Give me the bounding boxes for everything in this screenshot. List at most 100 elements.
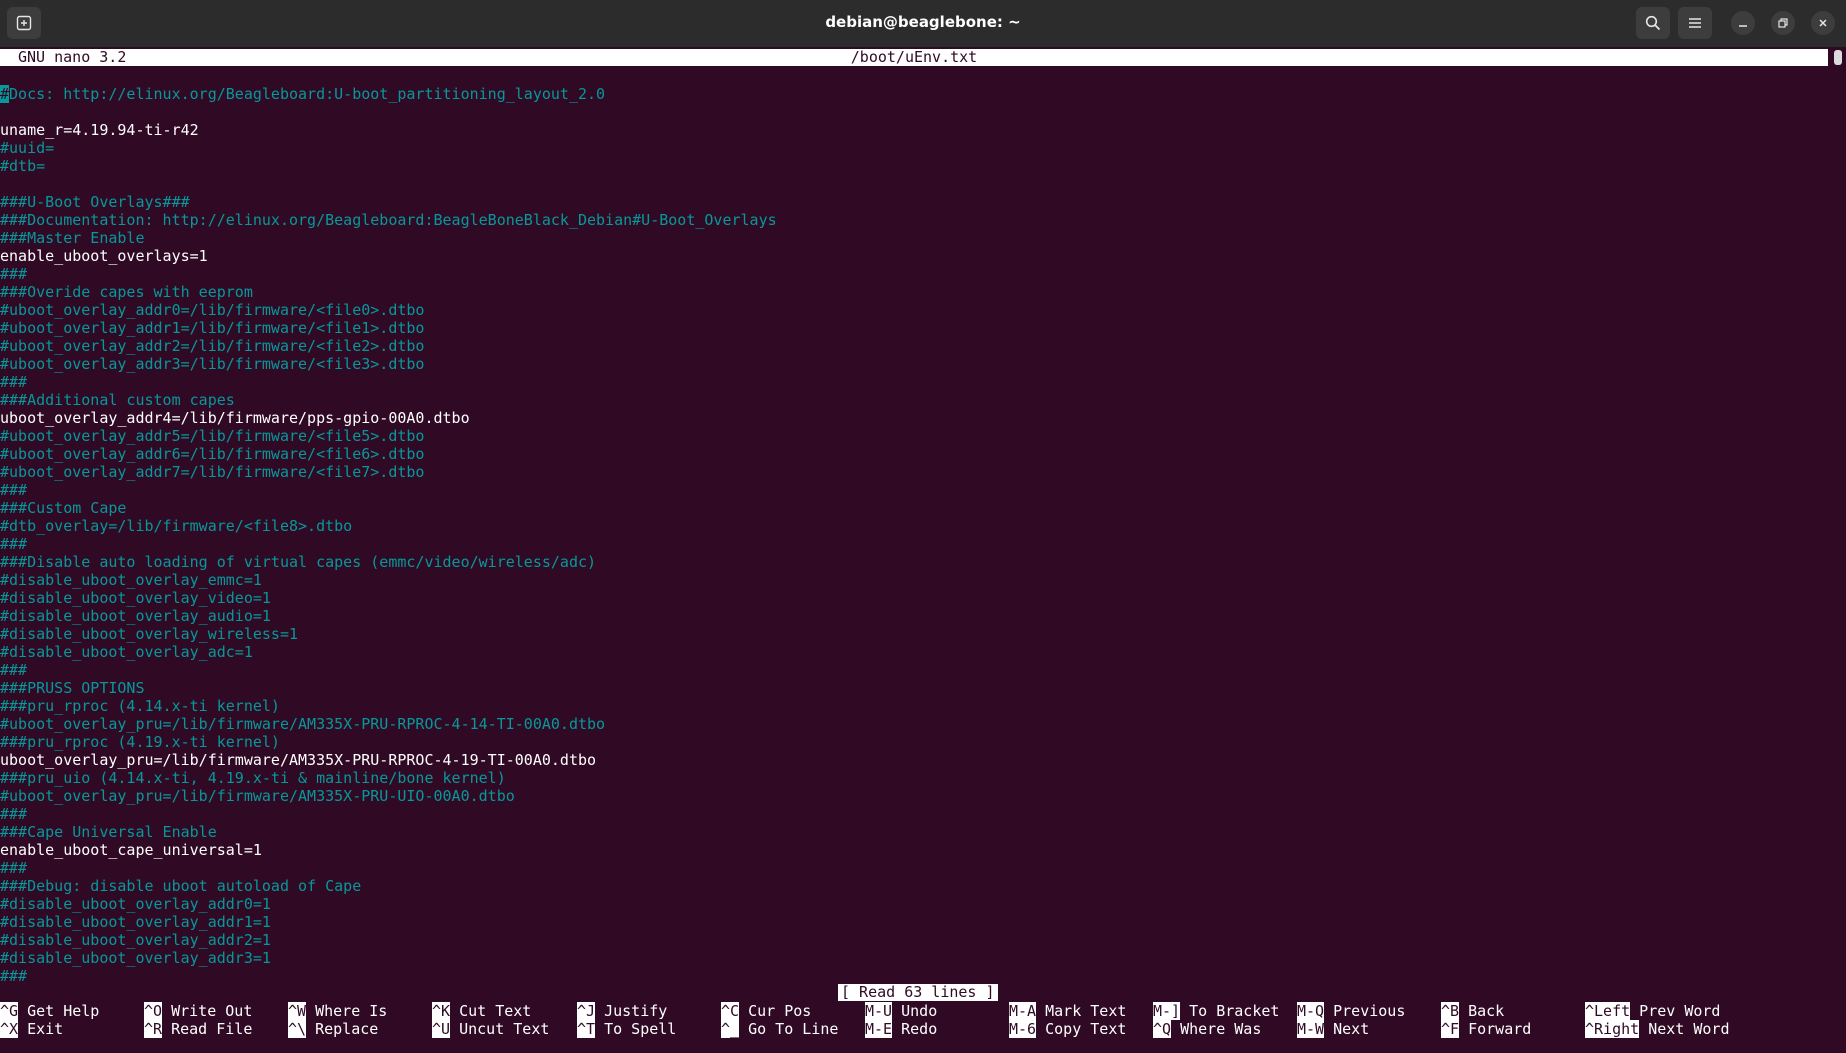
shortcut-label: Where Was [1171, 1020, 1262, 1038]
shortcut-label: Mark Text [1036, 1002, 1127, 1020]
window-titlebar: debian@beaglebone: ~ [0, 0, 1846, 47]
shortcut-item[interactable]: M-A Mark Text [1009, 1002, 1126, 1020]
shortcut-item[interactable]: ^O Write Out [144, 1002, 252, 1020]
editor-line: ### [0, 967, 28, 985]
shortcut-item[interactable]: ^_ Go To Line [721, 1020, 838, 1038]
shortcut-label: Copy Text [1036, 1020, 1127, 1038]
nano-filename: /boot/uEnv.txt [850, 48, 978, 66]
editor-line: ###Additional custom capes [0, 391, 235, 409]
editor-line: ###PRUSS OPTIONS [0, 679, 145, 697]
shortcut-item[interactable]: M-U Undo [865, 1002, 937, 1020]
shortcut-key: ^F [1441, 1020, 1460, 1038]
close-icon [1819, 19, 1827, 27]
editor-line: ###U-Boot Overlays### [0, 193, 190, 211]
search-icon [1645, 15, 1661, 31]
editor-line: #uboot_overlay_addr5=/lib/firmware/<file… [0, 427, 425, 445]
editor-line: ###Master Enable [0, 229, 145, 247]
shortcut-item[interactable]: M-6 Copy Text [1009, 1020, 1126, 1038]
editor-line: ### [0, 265, 28, 283]
editor-line: enable_uboot_cape_universal=1 [0, 841, 262, 859]
shortcut-item[interactable]: ^B Back [1441, 1002, 1504, 1020]
editor-line: #disable_uboot_overlay_adc=1 [0, 643, 253, 661]
editor-line: #disable_uboot_overlay_wireless=1 [0, 625, 299, 643]
shortcut-item[interactable]: M-W Next [1297, 1020, 1369, 1038]
shortcut-label: To Bracket [1180, 1002, 1280, 1020]
editor-line: #uboot_overlay_addr0=/lib/firmware/<file… [0, 301, 425, 319]
shortcut-item[interactable]: ^K Cut Text [432, 1002, 531, 1020]
minimize-button[interactable] [1731, 11, 1755, 35]
shortcut-item[interactable]: ^R Read File [144, 1020, 252, 1038]
shortcut-key: ^B [1441, 1002, 1460, 1020]
shortcut-label: Read File [162, 1020, 253, 1038]
terminal-area[interactable] [0, 47, 1846, 1053]
shortcut-item[interactable]: ^J Justify [577, 1002, 667, 1020]
shortcut-label: Replace [306, 1020, 379, 1038]
shortcut-item[interactable]: M-Q Previous [1297, 1002, 1405, 1020]
shortcut-item[interactable]: ^F Forward [1441, 1020, 1531, 1038]
editor-line: uboot_overlay_pru=/lib/firmware/AM335X-P… [0, 751, 597, 769]
editor-line: uboot_overlay_addr4=/lib/firmware/pps-gp… [0, 409, 470, 427]
editor-line: ###Disable auto loading of virtual capes… [0, 553, 597, 571]
menu-button[interactable] [1678, 7, 1712, 39]
editor-line: #dtb= [0, 157, 46, 175]
close-button[interactable] [1811, 11, 1835, 35]
shortcut-item[interactable]: ^T To Spell [577, 1020, 676, 1038]
editor-line: #uboot_overlay_addr6=/lib/firmware/<file… [0, 445, 425, 463]
shortcut-label: Cut Text [450, 1002, 532, 1020]
shortcut-item[interactable]: ^Q Where Was [1153, 1020, 1261, 1038]
shortcut-label: Previous [1324, 1002, 1406, 1020]
shortcut-item[interactable]: ^Right Next Word [1585, 1020, 1730, 1038]
shortcut-label: Forward [1459, 1020, 1532, 1038]
shortcut-item[interactable]: ^\ Replace [288, 1020, 378, 1038]
editor-line: #uboot_overlay_pru=/lib/firmware/AM335X-… [0, 787, 515, 805]
shortcut-key: M-A [1009, 1002, 1037, 1020]
editor-line: uname_r=4.19.94-ti-r42 [0, 121, 199, 139]
shortcut-key: ^K [432, 1002, 451, 1020]
editor-line: #disable_uboot_overlay_audio=1 [0, 607, 271, 625]
hamburger-menu-icon [1689, 18, 1701, 28]
shortcut-item[interactable]: ^C Cur Pos [721, 1002, 811, 1020]
shortcut-key: M-U [865, 1002, 893, 1020]
shortcut-item[interactable]: ^G Get Help [0, 1002, 99, 1020]
shortcut-item[interactable]: M-] To Bracket [1153, 1002, 1279, 1020]
editor-line: ###pru_uio (4.14.x-ti, 4.19.x-ti & mainl… [0, 769, 506, 787]
restore-button[interactable] [1771, 11, 1795, 35]
shortcut-key: ^Left [1585, 1002, 1631, 1020]
shortcut-key: ^\ [288, 1020, 307, 1038]
shortcut-label: Get Help [18, 1002, 100, 1020]
shortcut-item[interactable]: ^X Exit [0, 1020, 63, 1038]
shortcut-key: ^_ [721, 1020, 740, 1038]
restore-icon [1778, 18, 1788, 28]
editor-line: ### [0, 859, 28, 877]
shortcut-key: M-E [865, 1020, 893, 1038]
editor-line: #uuid= [0, 139, 55, 157]
editor-line: #disable_uboot_overlay_addr3=1 [0, 949, 271, 967]
shortcut-key: ^J [577, 1002, 596, 1020]
shortcut-label: Undo [892, 1002, 938, 1020]
editor-line: #dtb_overlay=/lib/firmware/<file8>.dtbo [0, 517, 353, 535]
editor-line: ###Debug: disable uboot autoload of Cape [0, 877, 362, 895]
shortcut-key: M-W [1297, 1020, 1325, 1038]
shortcut-key: ^R [144, 1020, 163, 1038]
editor-line: ### [0, 661, 28, 679]
editor-line: #disable_uboot_overlay_addr0=1 [0, 895, 271, 913]
editor-line: #uboot_overlay_addr3=/lib/firmware/<file… [0, 355, 425, 373]
shortcut-key: ^U [432, 1020, 451, 1038]
shortcut-label: Uncut Text [450, 1020, 550, 1038]
shortcut-item[interactable]: ^U Uncut Text [432, 1020, 549, 1038]
shortcut-key: ^Q [1153, 1020, 1172, 1038]
editor-line: #disable_uboot_overlay_video=1 [0, 589, 271, 607]
shortcut-key: ^T [577, 1020, 596, 1038]
shortcut-key: ^O [144, 1002, 163, 1020]
shortcut-item[interactable]: M-E Redo [865, 1020, 937, 1038]
shortcut-label: Next [1324, 1020, 1370, 1038]
shortcut-label: Where Is [306, 1002, 388, 1020]
scrollbar[interactable] [1834, 50, 1842, 65]
search-button[interactable] [1636, 7, 1670, 39]
editor-line: #uboot_overlay_addr1=/lib/firmware/<file… [0, 319, 425, 337]
shortcut-key: M-Q [1297, 1002, 1325, 1020]
shortcut-item[interactable]: ^W Where Is [288, 1002, 387, 1020]
shortcut-label: To Spell [595, 1020, 677, 1038]
shortcut-item[interactable]: ^Left Prev Word [1585, 1002, 1720, 1020]
editor-line: #disable_uboot_overlay_emmc=1 [0, 571, 262, 589]
